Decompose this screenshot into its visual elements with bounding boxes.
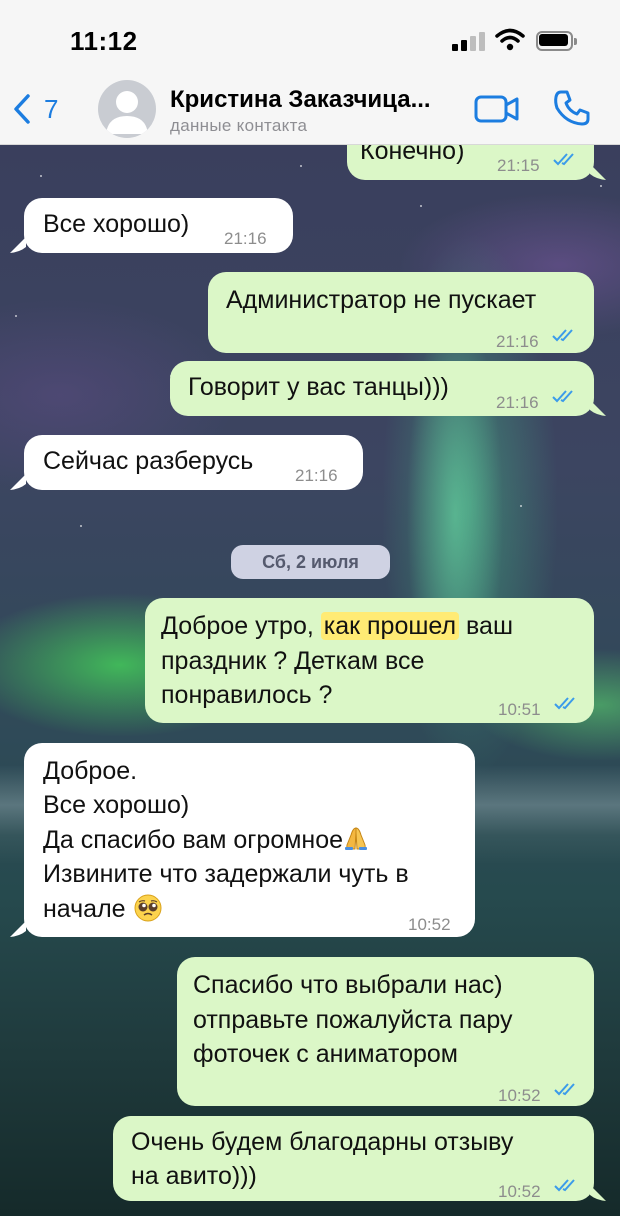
- read-double-check-icon: [552, 390, 573, 403]
- read-double-check-icon: [552, 329, 573, 342]
- unread-count: 7: [44, 93, 59, 124]
- message-bubble-incoming[interactable]: Все хорошо) 21:16: [24, 198, 293, 253]
- message-text-line: Да спасибо вам огромное: [43, 824, 369, 857]
- message-time: 10:52: [498, 1182, 541, 1201]
- message-bubble-outgoing[interactable]: Спасибо что выбрали нас) отправьте пожал…: [177, 957, 594, 1106]
- message-text-line: понравилось ?: [161, 681, 333, 709]
- status-time: 11:12: [70, 26, 138, 56]
- message-text: Конечно): [360, 145, 465, 165]
- message-bubble-outgoing[interactable]: Говорит у вас танцы))) 21:16: [170, 361, 594, 416]
- message-time: 10:52: [498, 1086, 541, 1105]
- message-text-line: Очень будем благодарны отзыву: [131, 1128, 514, 1156]
- message-text: Говорит у вас танцы))): [188, 373, 449, 401]
- message-text: Все хорошо): [43, 210, 190, 238]
- read-double-check-icon: [554, 1083, 575, 1096]
- message-time: 10:51: [498, 700, 541, 719]
- cellular-signal-icon: [452, 31, 486, 51]
- message-text-line: фоточек с аниматором: [193, 1040, 458, 1068]
- search-highlight: как прошел: [320, 612, 460, 640]
- person-placeholder-icon: [106, 91, 148, 134]
- folded-hands-emoji-icon: [345, 827, 368, 850]
- wifi-icon: [495, 28, 525, 51]
- message-bubble-outgoing[interactable]: Конечно) 21:15: [347, 145, 594, 180]
- battery-icon: [536, 31, 578, 51]
- date-separator: Сб, 2 июля: [231, 545, 390, 579]
- message-bubble-outgoing[interactable]: Очень будем благодарны отзыву на авито))…: [113, 1116, 594, 1201]
- message-text-line: Спасибо что выбрали нас): [193, 971, 503, 999]
- message-time: 21:16: [295, 466, 338, 485]
- pleading-face-emoji-icon: [134, 894, 162, 922]
- contact-name[interactable]: Кристина Заказчица...: [170, 86, 460, 114]
- message-time: 21:15: [497, 156, 540, 175]
- message-text-line: на авито))): [131, 1162, 257, 1190]
- message-text-line: праздник ? Деткам все: [161, 647, 425, 675]
- read-double-check-icon: [554, 1179, 575, 1192]
- contact-info-link[interactable]: данные контакта: [170, 116, 307, 136]
- message-bubble-incoming[interactable]: Сейчас разберусь 21:16: [24, 435, 363, 490]
- avatar[interactable]: [98, 80, 156, 138]
- message-text-line: начале: [43, 893, 163, 926]
- back-button[interactable]: 7: [12, 92, 72, 126]
- top-bar: 11:12 7 Кристина Заказчица... данные кон…: [0, 0, 620, 145]
- message-text-line: отправьте пожалуйста пару: [193, 1006, 513, 1034]
- message-bubble-outgoing[interactable]: Доброе утро, как прошел ваш праздник ? Д…: [145, 598, 594, 723]
- video-call-icon[interactable]: [474, 92, 520, 126]
- message-text-line: Все хорошо): [43, 791, 190, 819]
- message-text-line: Извините что задержали чуть в: [43, 860, 409, 888]
- message-bubble-incoming[interactable]: Доброе. Все хорошо) Да спасибо вам огром…: [24, 743, 475, 937]
- message-time: 21:16: [496, 393, 539, 412]
- message-text: Сейчас разберусь: [43, 447, 254, 475]
- phone-call-icon[interactable]: [552, 88, 592, 128]
- message-text-line: Доброе.: [43, 757, 138, 785]
- read-double-check-icon: [554, 697, 575, 710]
- read-double-check-icon: [553, 153, 574, 166]
- message-time: 21:16: [496, 332, 539, 351]
- message-time: 21:16: [224, 229, 267, 248]
- chevron-left-icon: [14, 94, 30, 124]
- message-bubble-outgoing[interactable]: Администратор не пускает 21:16: [208, 272, 594, 353]
- chat-area[interactable]: Конечно) 21:15 Все хорошо) 21:16 Админис…: [0, 145, 620, 1216]
- message-time: 10:52: [408, 915, 451, 934]
- message-text-line: Доброе утро, как прошел ваш: [161, 612, 513, 640]
- message-text: Администратор не пускает: [226, 286, 537, 314]
